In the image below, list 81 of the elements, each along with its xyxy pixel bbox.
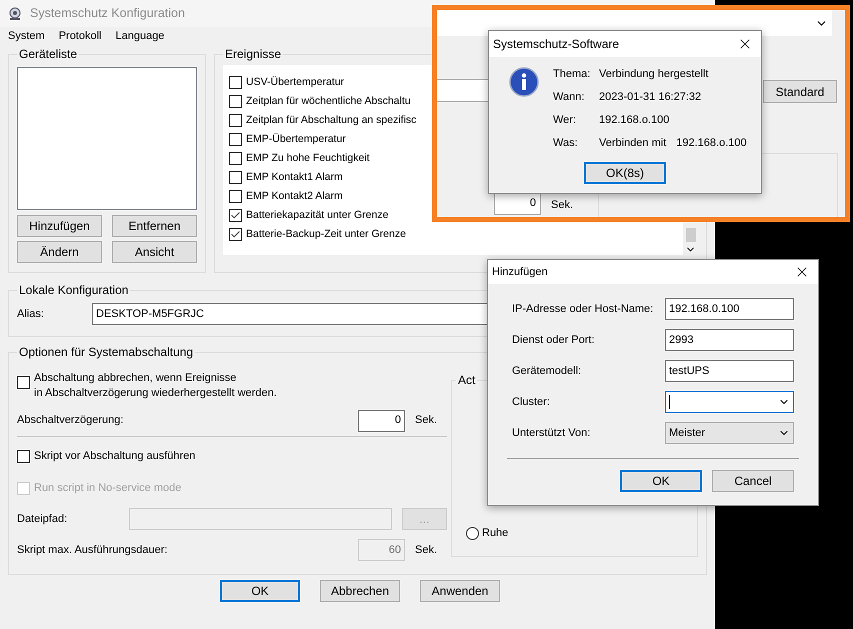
field-label: Unterstützt Von:	[512, 426, 592, 441]
remove-button[interactable]: Entfernen	[112, 215, 197, 237]
checkbox[interactable]	[229, 114, 242, 127]
text-field[interactable]: 2993	[665, 329, 794, 351]
info-value: 192.168.o.100	[676, 136, 747, 152]
scrollbar-thumb[interactable]	[686, 228, 696, 242]
check-icon	[230, 229, 241, 240]
device-list[interactable]	[17, 67, 197, 210]
cancel-button[interactable]: Abbrechen	[320, 580, 400, 602]
text-field[interactable]: testUPS	[665, 360, 794, 382]
info-label: Wer:	[553, 113, 578, 128]
add-button[interactable]: Hinzufügen	[17, 215, 102, 237]
cancel-button[interactable]: Cancel	[712, 470, 794, 492]
unit-label: Sek.	[551, 198, 574, 213]
combo-box[interactable]	[665, 391, 794, 413]
event-label: EMP-Übertemperatur	[246, 132, 346, 147]
info-value: 2023-01-31 16:27:32	[599, 90, 702, 106]
ok-button[interactable]: OK(8s)	[584, 162, 666, 184]
delay-label: Abschaltverzögerung:	[17, 413, 124, 428]
field-label: Dienst oder Port:	[512, 332, 596, 348]
checkbox[interactable]	[229, 152, 242, 165]
unit-label: Sek.	[414, 413, 438, 428]
group-title: Optionen für Systemabschaltung	[18, 344, 194, 361]
duration-label: Skript max. Ausführungsdauer:	[17, 542, 168, 558]
info-value: Verbinden mit	[599, 136, 666, 152]
alias-label: Alias:	[17, 306, 45, 322]
check-icon	[230, 210, 241, 221]
event-label: Zeitplan für Abschaltung an spezifisc	[246, 112, 416, 128]
menu-item[interactable]: System	[8, 28, 45, 44]
info-value: 192.168.o.100	[599, 113, 670, 128]
menu-item[interactable]: Language	[115, 28, 164, 44]
field-label: IP-Adresse oder Host-Name:	[512, 302, 654, 317]
group-title: Ereignisse	[224, 46, 282, 63]
file-path-label: Dateipfad:	[17, 512, 68, 527]
info-icon	[509, 67, 539, 97]
edit-button[interactable]: Ändern	[17, 241, 102, 263]
computer-icon	[8, 6, 22, 20]
radio-button[interactable]	[466, 526, 479, 540]
group-title: Lokale Konfiguration	[18, 282, 130, 299]
group-title: Geräteliste	[18, 46, 78, 63]
checkbox[interactable]	[229, 76, 242, 89]
checkbox[interactable]	[229, 209, 242, 222]
info-label: Was:	[553, 136, 579, 152]
window-title: Systemschutz Konfiguration	[30, 5, 185, 22]
menu-item[interactable]: Protokoll	[58, 28, 102, 44]
group-title: Act	[457, 372, 476, 389]
info-label: Thema:	[553, 67, 592, 82]
field-label: Gerätemodell:	[512, 364, 582, 379]
checkbox[interactable]	[229, 190, 242, 203]
event-label: EMP Zu hohe Feuchtigkeit	[246, 150, 370, 166]
text-field[interactable]: 192.168.0.100	[665, 298, 794, 320]
event-label: Batterie-Backup-Zeit unter Grenze	[246, 226, 406, 242]
apply-button[interactable]: Anwenden	[420, 580, 500, 602]
checkbox[interactable]	[229, 133, 242, 146]
checkbox-label: Skript vor Abschaltung ausführen	[34, 448, 196, 464]
event-label: Zeitplan für wöchentliche Abschaltu	[246, 94, 411, 109]
dialog-title: Systemschutz-Software	[493, 36, 620, 53]
checkbox-label: Abschaltung abbrechen, wenn Ereignisse in Abschaltverzögerung wiederhergestellt werden.	[34, 371, 277, 401]
ok-button[interactable]: OK	[620, 470, 702, 492]
unit-label: Sek.	[414, 542, 438, 558]
delay-field[interactable]: 0	[358, 410, 405, 432]
event-label: Batteriekapazität unter Grenze	[246, 208, 388, 223]
checkbox[interactable]	[229, 171, 242, 184]
checkbox-label: Run script in No-service mode	[34, 480, 182, 496]
delay-field[interactable]: 0	[494, 192, 541, 215]
field-label: Cluster:	[512, 394, 551, 410]
info-value: Verbindung hergestellt	[599, 67, 708, 82]
dialog-title: Hinzufügen	[492, 264, 548, 280]
checkbox[interactable]	[229, 228, 242, 241]
event-label: USV-Übertemperatur	[246, 74, 344, 90]
dropdown[interactable]: Meister	[665, 422, 794, 444]
event-label: EMP Kontakt1 Alarm	[246, 170, 343, 185]
radio-label: Ruhe	[482, 526, 508, 541]
view-button[interactable]: Ansicht	[112, 241, 197, 263]
info-label: Wann:	[553, 90, 586, 106]
event-label: EMP Kontakt2 Alarm	[246, 188, 343, 204]
ok-button[interactable]: OK	[220, 580, 300, 602]
checkbox[interactable]	[229, 95, 242, 108]
checkbox[interactable]	[17, 450, 30, 462]
checkbox[interactable]	[17, 376, 30, 389]
standard-button[interactable]: Standard	[763, 80, 837, 103]
